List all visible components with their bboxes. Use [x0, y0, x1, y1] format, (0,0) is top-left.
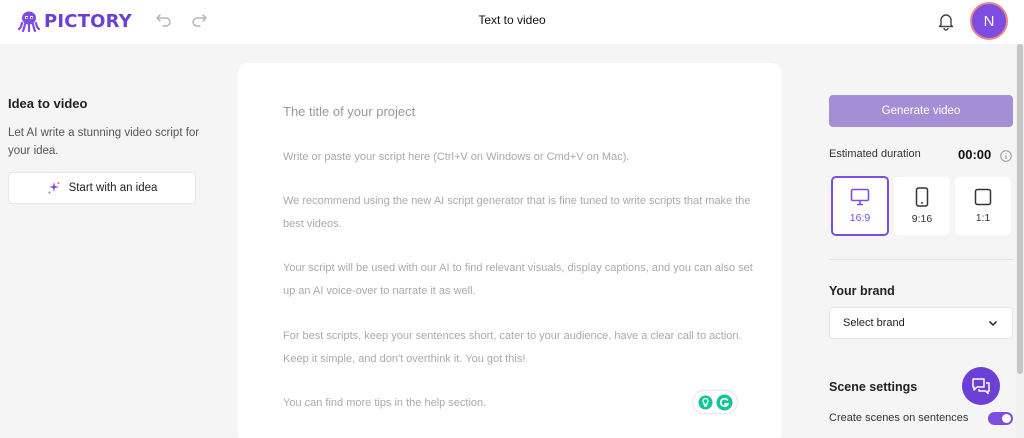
sparkle-icon — [48, 182, 60, 194]
idea-to-video-title: Idea to video — [8, 96, 88, 111]
page-title: Text to video — [478, 13, 546, 27]
monitor-icon — [850, 188, 870, 206]
grammarly-icon — [716, 394, 732, 410]
divider — [829, 259, 1013, 260]
brand-select[interactable]: Select brand — [829, 307, 1013, 339]
start-with-idea-button[interactable]: Start with an idea — [8, 172, 196, 204]
info-icon[interactable] — [1000, 150, 1012, 162]
scene-settings-title: Scene settings — [829, 380, 918, 394]
create-scenes-label: Create scenes on sentences — [829, 412, 969, 424]
grammarly-widget[interactable] — [693, 391, 737, 413]
aspect-ratio-1-1[interactable]: 1:1 — [955, 177, 1011, 235]
script-paragraph: We recommend using the new AI script gen… — [283, 195, 751, 230]
scrollbar[interactable] — [1016, 44, 1024, 438]
notifications-button[interactable] — [936, 11, 956, 31]
generate-video-button[interactable]: Generate video — [829, 95, 1013, 127]
phone-icon — [915, 187, 929, 207]
scrollbar-thumb[interactable] — [1017, 44, 1023, 374]
chat-icon — [972, 378, 990, 395]
script-paragraph: Write or paste your script here (Ctrl+V … — [283, 151, 630, 163]
lightbulb-icon — [698, 395, 712, 409]
aspect-ratio-16-9[interactable]: 16:9 — [831, 176, 889, 236]
top-bar: PICTORY Text to video N — [0, 0, 1024, 44]
aspect-ratio-label: 16:9 — [849, 212, 871, 224]
aspect-ratio-label: 9:16 — [911, 213, 933, 225]
chevron-down-icon — [988, 320, 998, 327]
script-editor[interactable]: The title of your project Write or paste… — [238, 63, 782, 438]
project-title-input[interactable]: The title of your project — [283, 104, 415, 119]
estimated-duration-label: Estimated duration — [829, 148, 921, 160]
script-paragraph: Your script will be used with our AI to … — [283, 262, 753, 297]
aspect-ratio-label: 1:1 — [975, 212, 991, 224]
script-paragraph: You can find more tips in the help secti… — [283, 397, 487, 409]
square-icon — [974, 188, 992, 206]
estimated-duration-value: 00:00 — [958, 147, 992, 162]
script-paragraph: For best scripts, keep your sentences sh… — [283, 330, 742, 365]
avatar[interactable]: N — [970, 2, 1008, 40]
aspect-ratio-9-16[interactable]: 9:16 — [894, 177, 950, 235]
create-scenes-toggle[interactable] — [988, 412, 1013, 425]
start-with-idea-label: Start with an idea — [68, 182, 158, 194]
your-brand-title: Your brand — [829, 284, 895, 298]
bell-icon — [938, 14, 954, 31]
idea-to-video-description: Let AI write a stunning video script for… — [8, 127, 200, 157]
brand-select-value: Select brand — [843, 317, 905, 329]
chat-button[interactable] — [962, 367, 1000, 405]
